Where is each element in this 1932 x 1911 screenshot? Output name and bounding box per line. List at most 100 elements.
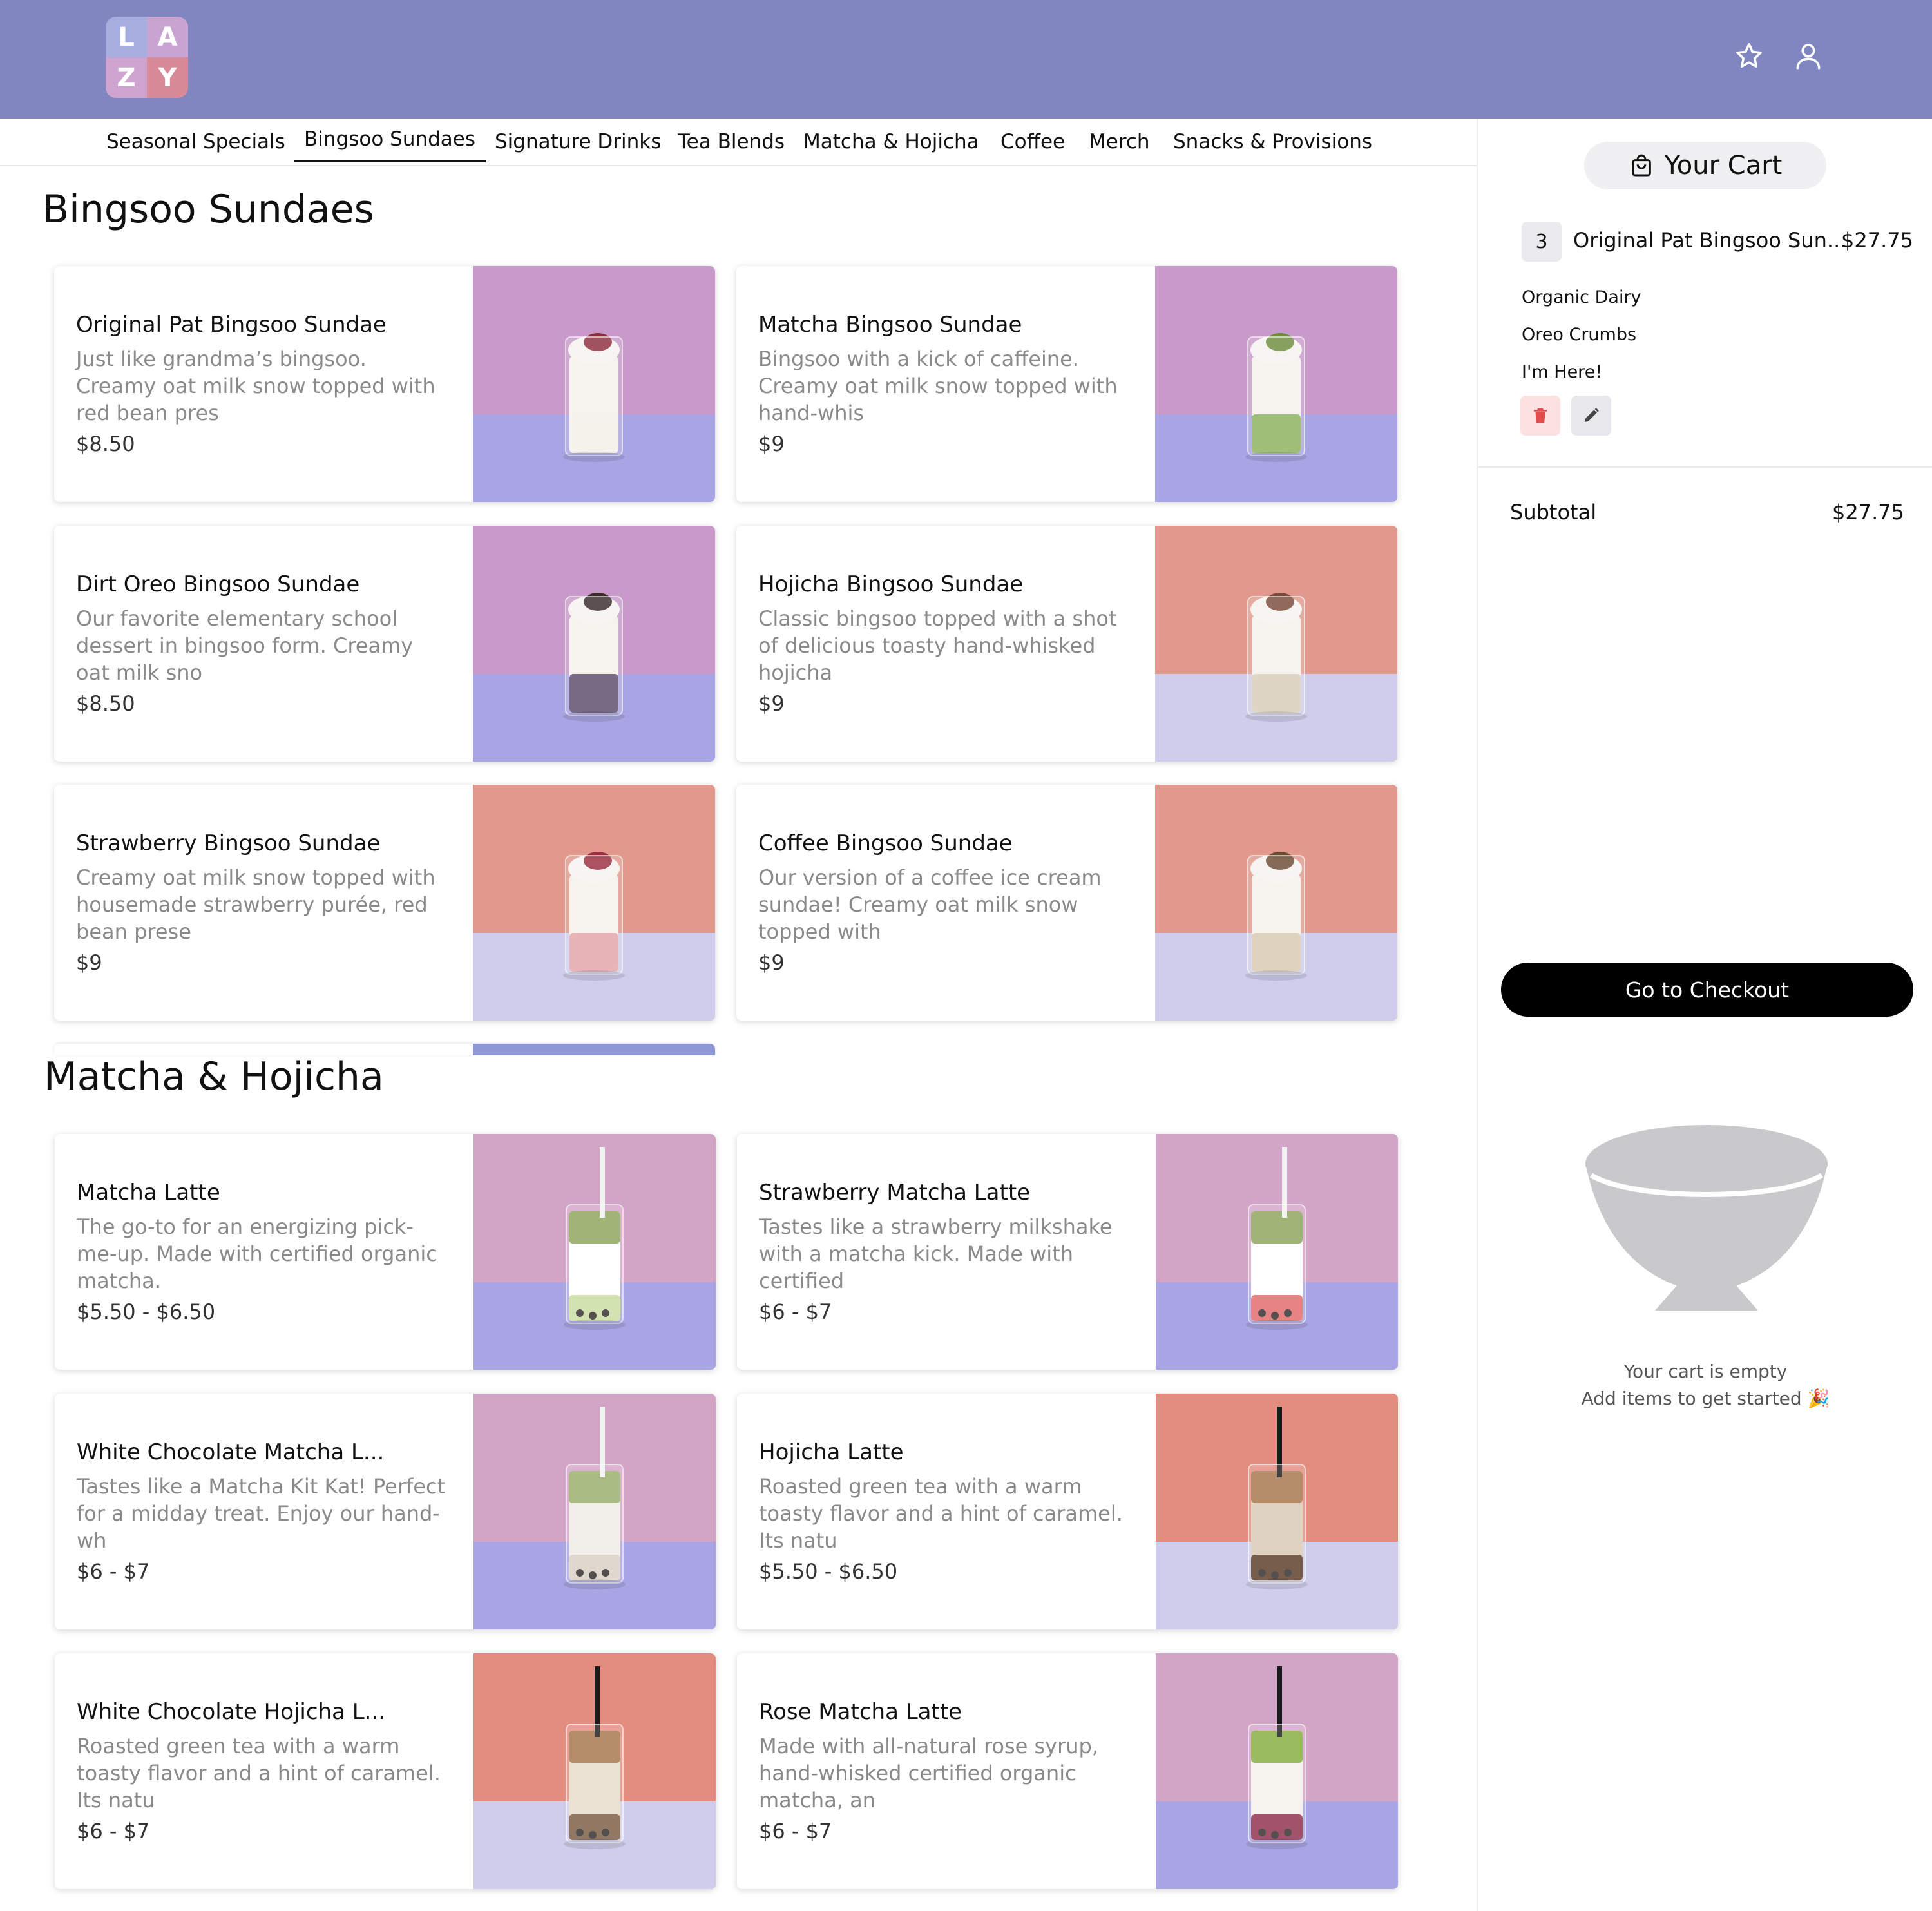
product-photo	[473, 526, 715, 762]
product-info: Original Pat Bingsoo Sundae Just like gr…	[76, 266, 450, 502]
empty-cart-text: Your cart is empty	[1623, 1361, 1788, 1382]
product-card[interactable]: White Chocolate Hojicha L... Roasted gre…	[55, 1653, 716, 1889]
product-name: Hojicha Latte	[759, 1439, 904, 1465]
trash-icon	[1534, 408, 1547, 423]
cart-item-name: Original Pat Bingsoo Sun...	[1573, 228, 1847, 253]
shopping-bag-icon	[1631, 154, 1651, 177]
product-description: Just like grandma’s bingsoo. Creamy oat …	[76, 347, 435, 425]
product-name: White Chocolate Hojicha L...	[77, 1699, 386, 1725]
divider	[1478, 466, 1932, 468]
delete-item-button[interactable]	[1520, 396, 1560, 436]
section-title-bingsoo: Bingsoo Sundaes	[43, 187, 374, 232]
product-info: White Chocolate Hojicha L... Roasted gre…	[77, 1653, 450, 1889]
product-info: Matcha Latte The go-to for an energizing…	[77, 1134, 450, 1370]
product-card[interactable]: Matcha Latte The go-to for an energizing…	[55, 1134, 716, 1370]
product-description: Roasted green tea with a warm toasty fla…	[77, 1734, 441, 1812]
product-description: Roasted green tea with a warm toasty fla…	[759, 1474, 1123, 1553]
user-icon[interactable]	[1792, 40, 1824, 72]
product-name: White Chocolate Matcha L...	[77, 1439, 385, 1465]
product-info: White Chocolate Matcha L... Tastes like …	[77, 1394, 450, 1629]
product-card[interactable]: Original Pat Bingsoo Sundae Just like gr…	[54, 266, 715, 502]
cart-title: Your Cart	[1664, 151, 1783, 180]
product-card[interactable]: Matcha Bingsoo Sundae Bingsoo with a kic…	[736, 266, 1397, 502]
tab-signature-drinks[interactable]: Signature Drinks	[495, 130, 661, 165]
tab-bingsoo-sundaes[interactable]: Bingsoo Sundaes	[294, 128, 486, 162]
product-photo	[473, 1653, 716, 1889]
product-name: Coffee Bingsoo Sundae	[758, 831, 1013, 856]
logo-letter: A	[147, 17, 188, 57]
subtotal-label: Subtotal	[1510, 500, 1597, 524]
product-photo	[473, 785, 715, 1021]
product-price: $6 - $7	[77, 1559, 150, 1584]
product-photo	[1155, 785, 1397, 1021]
product-name: Matcha Latte	[77, 1180, 220, 1205]
product-name: Hojicha Bingsoo Sundae	[758, 571, 1024, 597]
product-photo	[1156, 1394, 1398, 1629]
product-card[interactable]: Coffee Bingsoo Sundae Our version of a c…	[736, 785, 1397, 1021]
product-photo	[473, 1134, 716, 1370]
product-name: Matcha Bingsoo Sundae	[758, 312, 1022, 338]
product-photo	[1155, 526, 1397, 762]
product-description: Made with all-natural rose syrup, hand-w…	[759, 1734, 1099, 1812]
product-info: Strawberry Bingsoo Sundae Creamy oat mil…	[76, 785, 450, 1021]
product-price: $9	[758, 432, 785, 456]
product-info: Strawberry Matcha Latte Tastes like a st…	[759, 1134, 1133, 1370]
cart-item-price: $27.75	[1841, 228, 1913, 253]
star-icon[interactable]	[1733, 40, 1765, 72]
product-photo	[1156, 1134, 1398, 1370]
product-photo	[473, 266, 715, 502]
quantity-badge[interactable]: 3	[1522, 222, 1562, 262]
product-photo	[473, 1394, 716, 1629]
product-price: $8.50	[76, 432, 135, 456]
product-info: Matcha Bingsoo Sundae Bingsoo with a kic…	[758, 266, 1132, 502]
logo-letter: L	[106, 17, 147, 57]
product-name: Dirt Oreo Bingsoo Sundae	[76, 571, 360, 597]
product-description: The go-to for an energizing pick-me-up. …	[77, 1215, 437, 1293]
subtotal-value: $27.75	[1832, 500, 1904, 524]
product-card[interactable]: Hojicha Bingsoo Sundae Classic bingsoo t…	[736, 526, 1397, 762]
tab-coffee[interactable]: Coffee	[1000, 130, 1065, 165]
tab-tea-blends[interactable]: Tea Blends	[678, 130, 785, 165]
product-info: Dirt Oreo Bingsoo Sundae Our favorite el…	[76, 526, 450, 762]
section-title-matcha: Matcha & Hojicha	[44, 1054, 384, 1099]
product-price: $8.50	[76, 691, 135, 716]
product-photo	[1156, 1653, 1398, 1889]
product-price: $6 - $7	[77, 1819, 150, 1843]
product-name: Strawberry Bingsoo Sundae	[76, 831, 381, 856]
product-description: Bingsoo with a kick of caffeine. Creamy …	[758, 347, 1118, 425]
cart-sidebar: Your Cart 3 Original Pat Bingsoo Sun... …	[1477, 119, 1932, 1911]
product-description: Our favorite elementary school dessert i…	[76, 606, 414, 685]
product-card[interactable]: Rose Matcha Latte Made with all-natural …	[737, 1653, 1398, 1889]
cart-item-modifier: Organic Dairy	[1522, 287, 1641, 307]
checkout-button[interactable]: Go to Checkout	[1501, 963, 1913, 1017]
lazy-logo[interactable]: L A Z Y	[106, 17, 188, 98]
product-name: Original Pat Bingsoo Sundae	[76, 312, 387, 338]
product-price: $5.50 - $6.50	[759, 1559, 898, 1584]
product-price: $6 - $7	[759, 1819, 832, 1843]
product-card[interactable]: Dirt Oreo Bingsoo Sundae Our favorite el…	[54, 526, 715, 762]
cart-item-modifier: I'm Here!	[1522, 362, 1603, 382]
product-card[interactable]: Hojicha Latte Roasted green tea with a w…	[737, 1394, 1398, 1629]
product-price: $6 - $7	[759, 1300, 832, 1324]
product-info: Rose Matcha Latte Made with all-natural …	[759, 1653, 1133, 1889]
logo-letter: Y	[147, 57, 188, 98]
tab-merch[interactable]: Merch	[1089, 130, 1150, 165]
product-card[interactable]: White Chocolate Matcha L... Tastes like …	[55, 1394, 716, 1629]
product-description: Tastes like a Matcha Kit Kat! Perfect fo…	[77, 1474, 446, 1553]
product-name: Rose Matcha Latte	[759, 1699, 962, 1725]
tab-seasonal-specials[interactable]: Seasonal Specials	[106, 130, 285, 165]
cart-header[interactable]: Your Cart	[1584, 142, 1826, 189]
product-description: Creamy oat milk snow topped with housema…	[76, 865, 435, 944]
product-description: Classic bingsoo topped with a shot of de…	[758, 606, 1117, 685]
logo-letter: Z	[106, 57, 147, 98]
product-price: $5.50 - $6.50	[77, 1300, 216, 1324]
product-card[interactable]: Strawberry Bingsoo Sundae Creamy oat mil…	[54, 785, 715, 1021]
pencil-icon	[1585, 408, 1599, 422]
tab-matcha-hojicha[interactable]: Matcha & Hojicha	[803, 130, 979, 165]
category-nav: Seasonal Specials Bingsoo Sundaes Signat…	[0, 119, 1477, 166]
product-photo	[1155, 266, 1397, 502]
tab-snacks-provisions[interactable]: Snacks & Provisions	[1173, 130, 1372, 165]
product-card[interactable]: Strawberry Matcha Latte Tastes like a st…	[737, 1134, 1398, 1370]
product-price: $9	[76, 950, 102, 975]
edit-item-button[interactable]	[1571, 396, 1611, 436]
